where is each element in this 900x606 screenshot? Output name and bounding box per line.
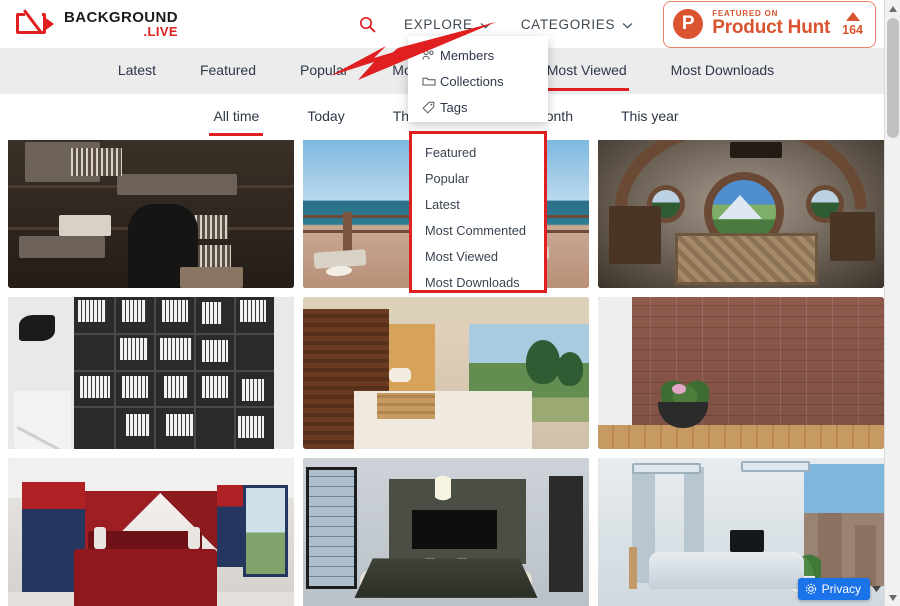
gear-icon	[805, 583, 817, 595]
gallery-item[interactable]	[8, 136, 294, 288]
privacy-badge[interactable]: Privacy	[797, 578, 870, 600]
gallery-image-bookshelf	[8, 297, 294, 449]
logo-suffix: .LIVE	[143, 24, 178, 39]
subnav-item-most-downloads[interactable]: Most Downloads	[671, 62, 775, 80]
timenav-item-this-year[interactable]: This year	[621, 108, 679, 126]
product-hunt-badge[interactable]: P FEATURED ON Product Hunt 164	[663, 0, 876, 48]
sort-option-popular[interactable]: Popular	[412, 166, 544, 192]
sort-option-most-commented[interactable]: Most Commented	[412, 218, 544, 244]
product-hunt-votes[interactable]: 164	[842, 11, 863, 37]
sort-option-most-downloads[interactable]: Most Downloads	[412, 270, 544, 296]
subnav-item-most-viewed[interactable]: Most Viewed	[544, 62, 629, 91]
page-root: BACKGROUND .LIVE EXPLORE CATEGORIES P FE…	[0, 0, 900, 606]
logo-wordmark: BACKGROUND .LIVE	[64, 10, 178, 38]
logo-name: BACKGROUND	[64, 9, 178, 26]
gallery-image-dark-office	[8, 136, 294, 288]
gallery-image-wood-terrace	[303, 297, 589, 449]
menu-item-tags-label: Tags	[440, 99, 468, 115]
timenav-item-today[interactable]: Today	[307, 108, 344, 126]
gallery-item[interactable]	[598, 297, 884, 449]
nav-item-explore[interactable]: EXPLORE	[404, 17, 491, 32]
gallery-image-brick-wall	[598, 297, 884, 449]
gallery-item[interactable]	[8, 297, 294, 449]
menu-item-members-label: Members	[440, 47, 495, 63]
sort-option-most-viewed[interactable]: Most Viewed	[412, 244, 544, 270]
gallery-image-hobbit-room	[598, 136, 884, 288]
upvote-triangle-icon	[845, 11, 860, 21]
folder-icon	[422, 75, 440, 87]
gallery-image-meeting-room	[303, 458, 589, 606]
site-logo[interactable]: BACKGROUND .LIVE	[16, 9, 178, 38]
scroll-down-arrow[interactable]	[885, 589, 900, 606]
product-hunt-title: Product Hunt	[712, 17, 831, 39]
scroll-up-arrow[interactable]	[885, 0, 900, 17]
gallery-item[interactable]	[8, 458, 294, 606]
timenav-item-all-time[interactable]: All time	[209, 108, 264, 136]
subnav-item-featured[interactable]: Featured	[200, 62, 256, 80]
gallery-item[interactable]	[303, 458, 589, 606]
explore-dropdown-menu: Members Collections Tags	[408, 36, 548, 122]
page-scrollbar[interactable]	[884, 0, 900, 606]
subnav-item-popular[interactable]: Popular	[300, 62, 348, 80]
sort-dropdown-menu: Featured Popular Latest Most Commented M…	[409, 131, 547, 293]
menu-item-members[interactable]: Members	[408, 42, 548, 68]
camera-logo-icon	[16, 9, 58, 37]
gallery-item[interactable]	[598, 136, 884, 288]
nav-item-explore-label: EXPLORE	[404, 16, 473, 32]
menu-item-tags[interactable]: Tags	[408, 94, 548, 120]
sort-option-latest[interactable]: Latest	[412, 192, 544, 218]
scroll-thumb[interactable]	[887, 18, 899, 138]
gallery-image-superhero-bedroom	[8, 458, 294, 606]
privacy-label: Privacy	[821, 582, 861, 596]
product-hunt-logo-icon: P	[673, 9, 704, 39]
nav-item-categories[interactable]: CATEGORIES	[521, 17, 634, 32]
gallery-item[interactable]	[303, 297, 589, 449]
chevron-down-icon	[622, 17, 633, 32]
subnav-item-latest[interactable]: Latest	[118, 62, 156, 80]
nav-item-categories-label: CATEGORIES	[520, 16, 616, 32]
chevron-down-icon	[480, 17, 491, 32]
caret-down-icon[interactable]	[869, 578, 883, 600]
menu-item-collections-label: Collections	[440, 73, 504, 89]
product-hunt-vote-count: 164	[842, 22, 863, 37]
header-nav: EXPLORE CATEGORIES	[359, 16, 663, 33]
sort-option-featured[interactable]: Featured	[412, 140, 544, 166]
menu-item-collections[interactable]: Collections	[408, 68, 548, 94]
search-icon[interactable]	[359, 16, 376, 33]
product-hunt-text: FEATURED ON Product Hunt	[712, 9, 831, 39]
tag-icon	[422, 101, 440, 114]
members-icon	[422, 49, 440, 61]
